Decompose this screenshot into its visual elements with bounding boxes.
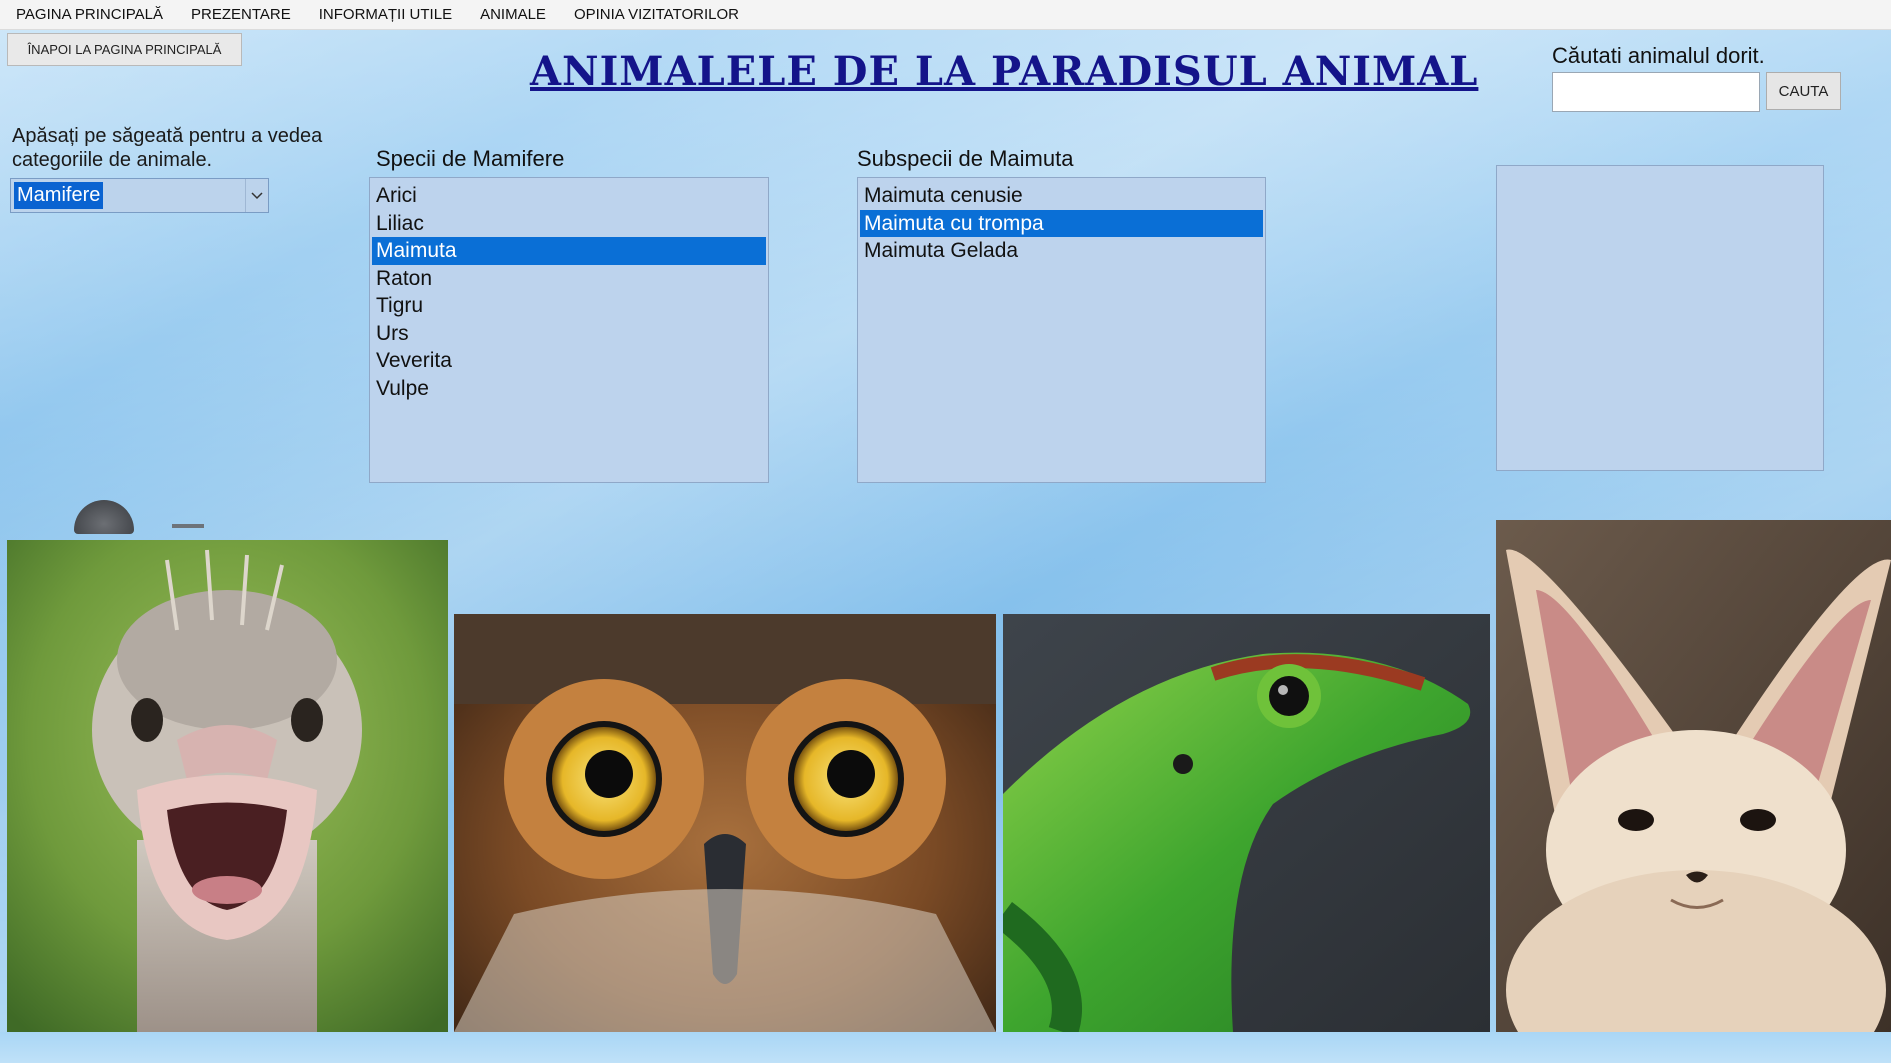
footer-strip [0, 1032, 1891, 1063]
species-list-item[interactable]: Vulpe [372, 375, 766, 403]
fennec-fox-photo [1496, 520, 1891, 1032]
species-list-item[interactable]: Raton [372, 265, 766, 293]
menu-bar: PAGINA PRINCIPALĂ PREZENTARE INFORMAȚII … [0, 0, 1891, 30]
menu-item-animals[interactable]: ANIMALE [468, 6, 558, 23]
species-list-label: Specii de Mamifere [376, 146, 565, 171]
menu-item-useful-info[interactable]: INFORMAȚII UTILE [307, 6, 464, 23]
monkey-thumbnail [74, 500, 134, 534]
subspecies-list-label: Subspecii de Maimuta [857, 146, 1074, 171]
search-input[interactable] [1552, 72, 1760, 112]
species-list-item[interactable]: Tigru [372, 292, 766, 320]
page-title: ANIMALELE DE LA PARADISUL ANIMAL [530, 48, 1479, 95]
owl-photo [454, 614, 996, 1032]
ostrich-photo [7, 540, 448, 1032]
menu-item-presentation[interactable]: PREZENTARE [179, 6, 303, 23]
category-dropdown[interactable]: Mamifere [10, 178, 269, 213]
subspecies-list-item[interactable]: Maimuta cu trompa [860, 209, 1263, 237]
species-listbox[interactable]: Arici Liliac Maimuta Raton Tigru Urs Veverita V… [369, 177, 769, 483]
search-button[interactable]: CAUTA [1766, 72, 1841, 110]
divider [172, 524, 204, 528]
category-selected-value: Mamifere [14, 182, 104, 209]
gecko-photo [1003, 614, 1490, 1032]
species-list-item[interactable]: Maimuta [372, 237, 766, 265]
subspecies-list-item[interactable]: Maimuta cenusie [860, 182, 1263, 210]
chevron-down-icon[interactable] [245, 179, 268, 212]
species-list-item[interactable]: Veverita [372, 347, 766, 375]
menu-item-visitor-opinions[interactable]: OPINIA VIZITATORILOR [562, 6, 751, 23]
species-list-item[interactable]: Arici [372, 182, 766, 210]
back-to-home-button[interactable]: ÎNAPOI LA PAGINA PRINCIPALĂ [7, 33, 242, 66]
menu-item-home[interactable]: PAGINA PRINCIPALĂ [4, 6, 175, 23]
species-list-item[interactable]: Liliac [372, 210, 766, 238]
species-list-item[interactable]: Urs [372, 320, 766, 348]
animal-detail-panel [1496, 165, 1824, 471]
search-label: Căutati animalul dorit. [1552, 43, 1765, 68]
subspecies-listbox[interactable]: Maimuta cenusie Maimuta cu trompa Maimuta … [857, 177, 1266, 483]
subspecies-list-item[interactable]: Maimuta Gelada [860, 237, 1263, 265]
category-instructions: Apăsați pe săgeată pentru a vedea catego… [12, 125, 323, 171]
